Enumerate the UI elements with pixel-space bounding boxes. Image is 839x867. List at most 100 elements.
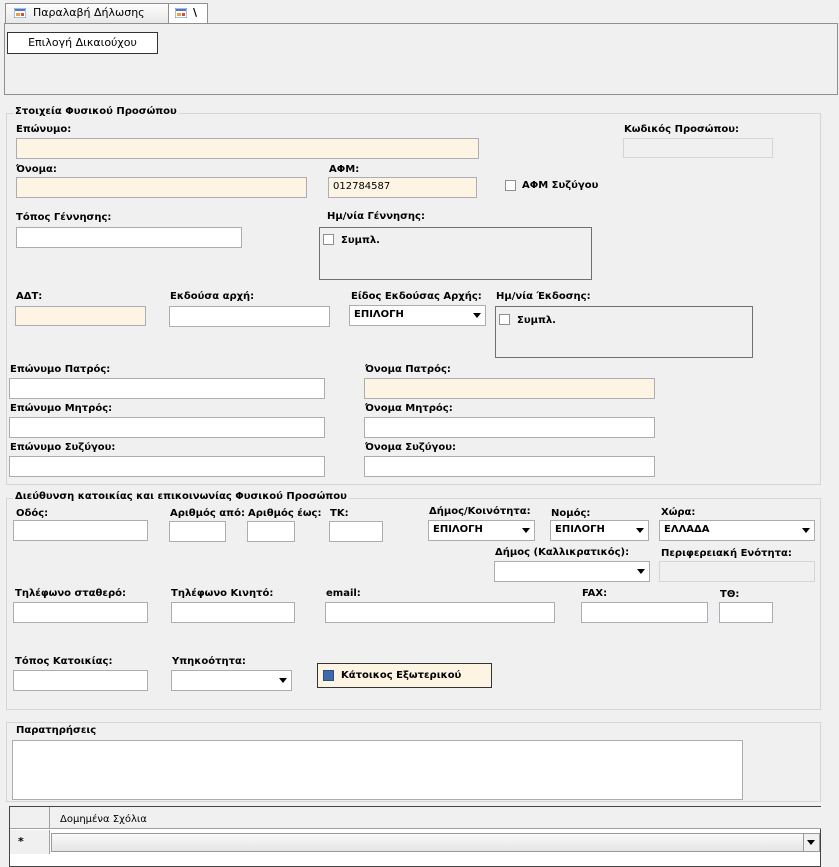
person-code-field — [623, 138, 773, 158]
birthdate-check-label: Συμπλ. — [341, 235, 380, 246]
num-to-input[interactable] — [247, 521, 295, 542]
chevron-down-icon — [279, 678, 287, 683]
spouse-surname-label: Επώνυμο Συζύγου: — [10, 442, 116, 453]
prefecture-value: ΕΠΙΛΟΓΗ — [555, 524, 605, 535]
municipality-label: Δήμος/Κοινότητα: — [429, 506, 531, 517]
mobile-input[interactable] — [171, 602, 295, 623]
issuer-type-value: ΕΠΙΛΟΓΗ — [354, 309, 404, 320]
birthplace-label: Τόπος Γέννησης: — [16, 212, 112, 223]
chevron-down-icon — [473, 313, 481, 318]
afm-label: ΑΦΜ: — [329, 164, 360, 175]
surname-input[interactable] — [16, 138, 479, 159]
residence-input[interactable] — [13, 670, 148, 691]
mother-surname-label: Επώνυμο Μητρός: — [10, 403, 113, 414]
father-name-input[interactable] — [364, 378, 655, 399]
combo-dropdown-button[interactable] — [803, 834, 819, 851]
adt-input[interactable] — [15, 306, 146, 326]
regional-unit-field — [659, 561, 815, 582]
issue-date-check-label: Συμπλ. — [517, 315, 556, 326]
tk-label: ΤΚ: — [330, 508, 349, 519]
spouse-afm-label: ΑΦΜ Συζύγου — [522, 180, 599, 191]
abroad-resident-toggle[interactable]: Κάτοικος Εξωτερικού — [317, 663, 492, 688]
issue-date-box — [495, 306, 753, 358]
phone-input[interactable] — [13, 602, 148, 623]
father-name-label: Όνομα Πατρός: — [365, 364, 451, 375]
issuer-input[interactable] — [169, 306, 330, 327]
email-label: email: — [326, 588, 361, 599]
issuer-type-select[interactable]: ΕΠΙΛΟΓΗ — [349, 305, 486, 326]
street-label: Οδός: — [16, 508, 49, 519]
tk-input[interactable] — [329, 521, 383, 542]
father-surname-label: Επώνυμο Πατρός: — [10, 364, 111, 375]
mother-name-label: Όνομα Μητρός: — [365, 403, 453, 414]
name-input[interactable] — [16, 177, 307, 198]
country-select[interactable]: ΕΛΛΑΔΑ — [659, 520, 815, 541]
mother-name-input[interactable] — [364, 417, 655, 438]
chevron-down-icon — [637, 569, 645, 574]
kallikratis-label: Δήμος (Καλλικρατικός): — [495, 547, 630, 558]
column-header-label: Δομημένα Σχόλια — [60, 814, 147, 825]
surname-label: Επώνυμο: — [16, 124, 72, 135]
issue-date-checkbox[interactable] — [499, 314, 510, 325]
residence-label: Τόπος Κατοικίας: — [15, 656, 113, 667]
abroad-label: Κάτοικος Εξωτερικού — [341, 670, 462, 681]
tab-declaration[interactable]: Παραλαβή Δήλωσης — [5, 3, 169, 23]
country-value: ΕΛΛΑΔΑ — [664, 524, 710, 535]
grid-corner — [10, 807, 50, 829]
abroad-checkbox-icon — [323, 670, 334, 681]
municipality-select[interactable]: ΕΠΙΛΟΓΗ — [428, 520, 535, 541]
fax-label: FAX: — [582, 588, 608, 599]
prefecture-label: Νομός: — [551, 508, 591, 519]
notes-label: Παρατηρήσεις — [16, 725, 97, 736]
citizenship-select[interactable] — [171, 670, 292, 691]
person-code-label: Κωδικός Προσώπου: — [624, 124, 739, 135]
grid-row-header[interactable]: * — [10, 830, 50, 854]
country-label: Χώρα: — [661, 507, 696, 518]
spouse-surname-input[interactable] — [9, 456, 325, 477]
spouse-afm-checkbox[interactable] — [505, 180, 516, 191]
regional-unit-label: Περιφερειακή Ενότητα: — [661, 548, 792, 559]
citizenship-label: Υπηκοότητα: — [172, 656, 246, 667]
form-icon — [13, 7, 27, 19]
form-icon — [174, 7, 188, 19]
issuer-label: Εκδούσα αρχή: — [170, 291, 255, 302]
street-input[interactable] — [13, 520, 148, 541]
kallikratis-select[interactable] — [494, 561, 650, 582]
phone-label: Τηλέφωνο σταθερό: — [15, 588, 127, 599]
birthdate-checkbox[interactable] — [323, 234, 334, 245]
spouse-name-input[interactable] — [364, 456, 655, 477]
tab-label: \ — [193, 6, 198, 19]
po-box-input[interactable] — [719, 602, 773, 623]
birthdate-label: Ημ/νία Γέννησης: — [327, 211, 425, 222]
section-title: Διεύθυνση κατοικίας και επικοινωνίας Φυσ… — [13, 491, 349, 502]
prefecture-select[interactable]: ΕΠΙΛΟΓΗ — [550, 520, 649, 541]
select-beneficiary-button[interactable]: Επιλογή Δικαιούχου — [7, 32, 158, 54]
chevron-down-icon — [636, 528, 644, 533]
mobile-label: Τηλέφωνο Κινητό: — [171, 588, 274, 599]
municipality-value: ΕΠΙΛΟΓΗ — [433, 524, 483, 535]
afm-input[interactable]: 012784587 — [328, 177, 477, 198]
num-from-input[interactable] — [169, 521, 226, 542]
father-surname-input[interactable] — [9, 378, 325, 399]
new-row-marker: * — [18, 835, 24, 848]
email-input[interactable] — [325, 602, 555, 623]
chevron-down-icon — [522, 528, 530, 533]
tab-label: Παραλαβή Δήλωσης — [33, 6, 145, 19]
adt-label: ΑΔΤ: — [16, 291, 43, 302]
section-title: Στοιχεία Φυσικού Προσώπου — [13, 106, 179, 117]
mother-surname-input[interactable] — [9, 417, 325, 438]
fax-input[interactable] — [581, 602, 708, 623]
grid-combo-cell[interactable] — [51, 833, 820, 852]
issue-date-label: Ημ/νία Έκδοσης: — [496, 291, 591, 302]
chevron-down-icon — [802, 528, 810, 533]
tab-active[interactable]: \ — [168, 3, 208, 24]
num-to-label: Αριθμός έως: — [248, 508, 322, 519]
chevron-down-icon — [807, 840, 815, 845]
num-from-label: Αριθμός από: — [170, 508, 245, 519]
notes-textarea[interactable] — [12, 740, 743, 800]
issuer-type-label: Είδος Εκδούσας Αρχής: — [351, 291, 482, 302]
grid-column-header[interactable]: Δομημένα Σχόλια — [50, 807, 821, 829]
spouse-name-label: Όνομα Συζύγου: — [365, 442, 456, 453]
birthplace-input[interactable] — [16, 227, 242, 248]
po-box-label: ΤΘ: — [720, 589, 740, 600]
